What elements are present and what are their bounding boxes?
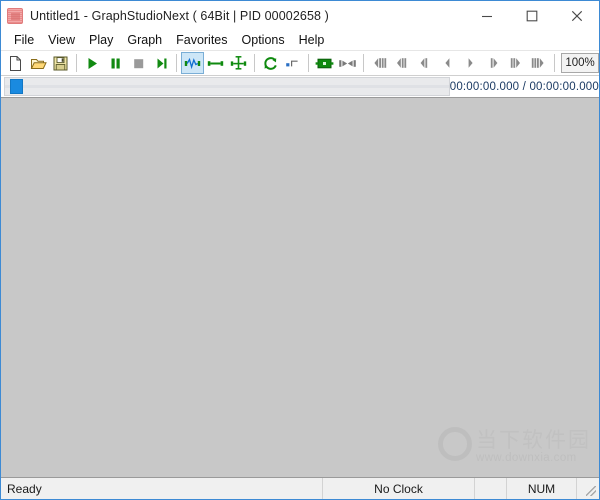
close-button[interactable] <box>554 1 599 30</box>
seek-slider[interactable] <box>4 77 450 96</box>
application-window: Untitled1 - GraphStudioNext ( 64Bit | PI… <box>0 0 600 500</box>
toolbar-separator <box>76 54 78 72</box>
clock-step-icon[interactable] <box>282 52 305 74</box>
menu-bar: File View Play Graph Favorites Options H… <box>1 30 599 50</box>
new-file-icon[interactable] <box>4 52 27 74</box>
menu-item-file[interactable]: File <box>7 32 41 49</box>
graph-layout-icon[interactable] <box>227 52 250 74</box>
seek-fwd-single-icon[interactable] <box>482 52 505 74</box>
maximize-button[interactable] <box>509 1 554 30</box>
status-num-indicator: NUM <box>507 478 577 499</box>
window-title: Untitled1 - GraphStudioNext ( 64Bit | PI… <box>30 8 329 23</box>
seek-back-triple-icon[interactable] <box>368 52 391 74</box>
menu-item-play[interactable]: Play <box>82 32 120 49</box>
stop-icon <box>127 52 150 74</box>
resize-grip[interactable] <box>577 478 599 499</box>
zoom-level-field[interactable]: 100% <box>561 53 600 73</box>
seek-back-double-icon[interactable] <box>391 52 414 74</box>
status-message: Ready <box>1 478 323 499</box>
frame-next-icon[interactable] <box>459 52 482 74</box>
open-folder-icon[interactable] <box>27 52 50 74</box>
seek-row: 00:00:00.000 / 00:00:00.000 <box>1 76 599 98</box>
pause-icon[interactable] <box>104 52 127 74</box>
minimize-button[interactable] <box>464 1 509 30</box>
window-controls <box>464 1 599 30</box>
toolbar-separator <box>176 54 178 72</box>
status-bar: Ready No Clock NUM <box>1 478 599 499</box>
menu-item-help[interactable]: Help <box>292 32 332 49</box>
insert-filter-icon[interactable] <box>313 52 336 74</box>
status-clock: No Clock <box>323 478 475 499</box>
title-bar: Untitled1 - GraphStudioNext ( 64Bit | PI… <box>1 1 599 30</box>
watermark-ring-icon <box>438 427 472 461</box>
toolbar-separator <box>362 54 364 72</box>
app-icon <box>7 7 23 24</box>
frame-prev-icon[interactable] <box>436 52 459 74</box>
seek-back-single-icon[interactable] <box>413 52 436 74</box>
watermark-text: 当下软件园 www.downxia.com <box>476 429 591 465</box>
toolbar-separator <box>253 54 255 72</box>
toolbar-separator <box>554 54 555 72</box>
refresh-icon[interactable] <box>259 52 282 74</box>
seek-fwd-triple-icon[interactable] <box>527 52 550 74</box>
watermark-url: www.downxia.com <box>476 452 577 464</box>
graph-canvas[interactable]: 当下软件园 www.downxia.com <box>1 98 599 478</box>
menu-item-favorites[interactable]: Favorites <box>169 32 234 49</box>
watermark-chinese: 当下软件园 <box>476 429 591 452</box>
step-forward-icon[interactable] <box>150 52 173 74</box>
seek-fwd-double-icon[interactable] <box>504 52 527 74</box>
seek-track <box>5 85 449 88</box>
menu-item-options[interactable]: Options <box>235 32 292 49</box>
toolbar: 100% <box>1 50 600 76</box>
graph-connect-icon[interactable] <box>204 52 227 74</box>
watermark: 当下软件园 www.downxia.com <box>438 427 591 465</box>
save-icon[interactable] <box>50 52 73 74</box>
menu-item-view[interactable]: View <box>41 32 82 49</box>
menu-item-graph[interactable]: Graph <box>120 32 169 49</box>
graph-waveform-icon[interactable] <box>181 52 205 74</box>
timecode-display: 00:00:00.000 / 00:00:00.000 <box>449 80 599 93</box>
status-spacer-panel <box>475 478 507 499</box>
seek-thumb[interactable] <box>10 79 23 94</box>
play-icon[interactable] <box>81 52 104 74</box>
render-pin-icon[interactable] <box>336 52 359 74</box>
toolbar-separator <box>308 54 310 72</box>
